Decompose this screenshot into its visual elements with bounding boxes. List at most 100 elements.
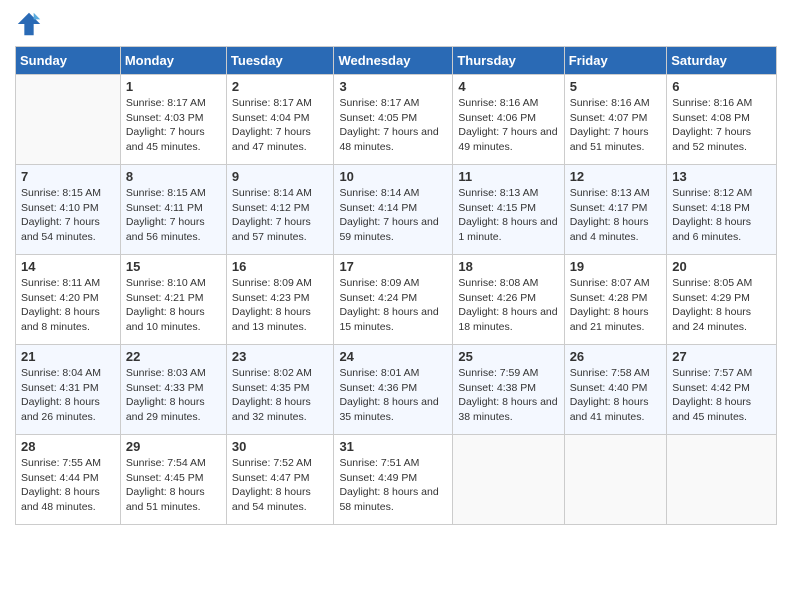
day-header-thursday: Thursday xyxy=(453,47,564,75)
day-number: 24 xyxy=(339,349,447,364)
day-number: 5 xyxy=(570,79,662,94)
calendar-cell: 14 Sunrise: 8:11 AMSunset: 4:20 PMDayligh… xyxy=(16,255,121,345)
day-info: Sunrise: 8:17 AMSunset: 4:05 PMDaylight:… xyxy=(339,96,447,155)
page-header xyxy=(15,10,777,38)
day-number: 15 xyxy=(126,259,221,274)
calendar-cell: 10 Sunrise: 8:14 AMSunset: 4:14 PMDayligh… xyxy=(334,165,453,255)
day-info: Sunrise: 8:15 AMSunset: 4:11 PMDaylight:… xyxy=(126,186,221,245)
day-info: Sunrise: 8:05 AMSunset: 4:29 PMDaylight:… xyxy=(672,276,771,335)
calendar-cell: 12 Sunrise: 8:13 AMSunset: 4:17 PMDayligh… xyxy=(564,165,667,255)
day-number: 2 xyxy=(232,79,329,94)
day-info: Sunrise: 8:17 AMSunset: 4:04 PMDaylight:… xyxy=(232,96,329,155)
day-info: Sunrise: 8:16 AMSunset: 4:07 PMDaylight:… xyxy=(570,96,662,155)
day-number: 23 xyxy=(232,349,329,364)
day-info: Sunrise: 7:59 AMSunset: 4:38 PMDaylight:… xyxy=(458,366,558,425)
day-number: 10 xyxy=(339,169,447,184)
calendar-cell: 26 Sunrise: 7:58 AMSunset: 4:40 PMDayligh… xyxy=(564,345,667,435)
day-header-monday: Monday xyxy=(120,47,226,75)
day-number: 20 xyxy=(672,259,771,274)
calendar-cell: 29 Sunrise: 7:54 AMSunset: 4:45 PMDayligh… xyxy=(120,435,226,525)
calendar-cell: 16Sunrise: 8:09 AMSunset: 4:23 PMDayligh… xyxy=(226,255,334,345)
week-row-1: 1Sunrise: 8:17 AMSunset: 4:03 PMDaylight… xyxy=(16,75,777,165)
day-header-tuesday: Tuesday xyxy=(226,47,334,75)
day-number: 12 xyxy=(570,169,662,184)
day-header-wednesday: Wednesday xyxy=(334,47,453,75)
day-number: 30 xyxy=(232,439,329,454)
calendar-cell: 2 Sunrise: 8:17 AMSunset: 4:04 PMDaylight… xyxy=(226,75,334,165)
calendar-cell xyxy=(667,435,777,525)
day-header-saturday: Saturday xyxy=(667,47,777,75)
calendar-cell: 24 Sunrise: 8:01 AMSunset: 4:36 PMDayligh… xyxy=(334,345,453,435)
calendar-cell: 7Sunrise: 8:15 AMSunset: 4:10 PMDaylight… xyxy=(16,165,121,255)
calendar-cell: 30 Sunrise: 7:52 AMSunset: 4:47 PMDayligh… xyxy=(226,435,334,525)
calendar-cell: 3 Sunrise: 8:17 AMSunset: 4:05 PMDaylight… xyxy=(334,75,453,165)
day-number: 25 xyxy=(458,349,558,364)
day-info: Sunrise: 8:08 AMSunset: 4:26 PMDaylight:… xyxy=(458,276,558,335)
calendar-cell: 15 Sunrise: 8:10 AMSunset: 4:21 PMDayligh… xyxy=(120,255,226,345)
calendar-cell xyxy=(564,435,667,525)
calendar-cell: 27 Sunrise: 7:57 AMSunset: 4:42 PMDayligh… xyxy=(667,345,777,435)
calendar-cell: 25 Sunrise: 7:59 AMSunset: 4:38 PMDayligh… xyxy=(453,345,564,435)
calendar-cell: 23 Sunrise: 8:02 AMSunset: 4:35 PMDayligh… xyxy=(226,345,334,435)
day-info: Sunrise: 8:01 AMSunset: 4:36 PMDaylight:… xyxy=(339,366,447,425)
calendar-cell: 1Sunrise: 8:17 AMSunset: 4:03 PMDaylight… xyxy=(120,75,226,165)
day-info: Sunrise: 8:16 AMSunset: 4:08 PMDaylight:… xyxy=(672,96,771,155)
day-number: 28 xyxy=(21,439,115,454)
day-number: 26 xyxy=(570,349,662,364)
calendar-cell xyxy=(453,435,564,525)
day-info: Sunrise: 8:13 AMSunset: 4:15 PMDaylight:… xyxy=(458,186,558,245)
day-info: Sunrise: 8:15 AMSunset: 4:10 PMDaylight:… xyxy=(21,186,115,245)
calendar-cell: 8 Sunrise: 8:15 AMSunset: 4:11 PMDaylight… xyxy=(120,165,226,255)
week-row-3: 14 Sunrise: 8:11 AMSunset: 4:20 PMDayligh… xyxy=(16,255,777,345)
calendar-cell: 19Sunrise: 8:07 AMSunset: 4:28 PMDayligh… xyxy=(564,255,667,345)
day-number: 3 xyxy=(339,79,447,94)
day-info: Sunrise: 7:55 AMSunset: 4:44 PMDaylight:… xyxy=(21,456,115,515)
day-info: Sunrise: 7:52 AMSunset: 4:47 PMDaylight:… xyxy=(232,456,329,515)
calendar-cell: 17 Sunrise: 8:09 AMSunset: 4:24 PMDayligh… xyxy=(334,255,453,345)
calendar-table: SundayMondayTuesdayWednesdayThursdayFrid… xyxy=(15,46,777,525)
day-number: 17 xyxy=(339,259,447,274)
calendar-cell: 31Sunrise: 7:51 AMSunset: 4:49 PMDayligh… xyxy=(334,435,453,525)
day-number: 1 xyxy=(126,79,221,94)
day-info: Sunrise: 8:07 AMSunset: 4:28 PMDaylight:… xyxy=(570,276,662,335)
day-header-friday: Friday xyxy=(564,47,667,75)
day-info: Sunrise: 8:11 AMSunset: 4:20 PMDaylight:… xyxy=(21,276,115,335)
day-info: Sunrise: 7:57 AMSunset: 4:42 PMDaylight:… xyxy=(672,366,771,425)
day-number: 4 xyxy=(458,79,558,94)
calendar-cell: 20 Sunrise: 8:05 AMSunset: 4:29 PMDayligh… xyxy=(667,255,777,345)
day-number: 8 xyxy=(126,169,221,184)
calendar-cell: 28 Sunrise: 7:55 AMSunset: 4:44 PMDayligh… xyxy=(16,435,121,525)
calendar-cell: 13Sunrise: 8:12 AMSunset: 4:18 PMDayligh… xyxy=(667,165,777,255)
day-number: 16 xyxy=(232,259,329,274)
calendar-cell: 6Sunrise: 8:16 AMSunset: 4:08 PMDaylight… xyxy=(667,75,777,165)
calendar-cell: 11 Sunrise: 8:13 AMSunset: 4:15 PMDayligh… xyxy=(453,165,564,255)
day-info: Sunrise: 8:03 AMSunset: 4:33 PMDaylight:… xyxy=(126,366,221,425)
logo-icon xyxy=(15,10,43,38)
day-number: 14 xyxy=(21,259,115,274)
calendar-cell: 5 Sunrise: 8:16 AMSunset: 4:07 PMDaylight… xyxy=(564,75,667,165)
day-number: 11 xyxy=(458,169,558,184)
day-header-sunday: Sunday xyxy=(16,47,121,75)
day-number: 21 xyxy=(21,349,115,364)
day-number: 31 xyxy=(339,439,447,454)
day-info: Sunrise: 8:10 AMSunset: 4:21 PMDaylight:… xyxy=(126,276,221,335)
day-info: Sunrise: 8:16 AMSunset: 4:06 PMDaylight:… xyxy=(458,96,558,155)
day-info: Sunrise: 8:14 AMSunset: 4:12 PMDaylight:… xyxy=(232,186,329,245)
day-info: Sunrise: 8:04 AMSunset: 4:31 PMDaylight:… xyxy=(21,366,115,425)
day-number: 27 xyxy=(672,349,771,364)
days-header-row: SundayMondayTuesdayWednesdayThursdayFrid… xyxy=(16,47,777,75)
calendar-cell xyxy=(16,75,121,165)
day-info: Sunrise: 8:13 AMSunset: 4:17 PMDaylight:… xyxy=(570,186,662,245)
day-number: 22 xyxy=(126,349,221,364)
day-info: Sunrise: 8:02 AMSunset: 4:35 PMDaylight:… xyxy=(232,366,329,425)
day-number: 29 xyxy=(126,439,221,454)
day-info: Sunrise: 8:09 AMSunset: 4:24 PMDaylight:… xyxy=(339,276,447,335)
day-number: 18 xyxy=(458,259,558,274)
day-info: Sunrise: 8:14 AMSunset: 4:14 PMDaylight:… xyxy=(339,186,447,245)
day-number: 9 xyxy=(232,169,329,184)
day-number: 13 xyxy=(672,169,771,184)
calendar-cell: 22 Sunrise: 8:03 AMSunset: 4:33 PMDayligh… xyxy=(120,345,226,435)
day-info: Sunrise: 7:54 AMSunset: 4:45 PMDaylight:… xyxy=(126,456,221,515)
day-info: Sunrise: 7:58 AMSunset: 4:40 PMDaylight:… xyxy=(570,366,662,425)
calendar-cell: 9 Sunrise: 8:14 AMSunset: 4:12 PMDaylight… xyxy=(226,165,334,255)
